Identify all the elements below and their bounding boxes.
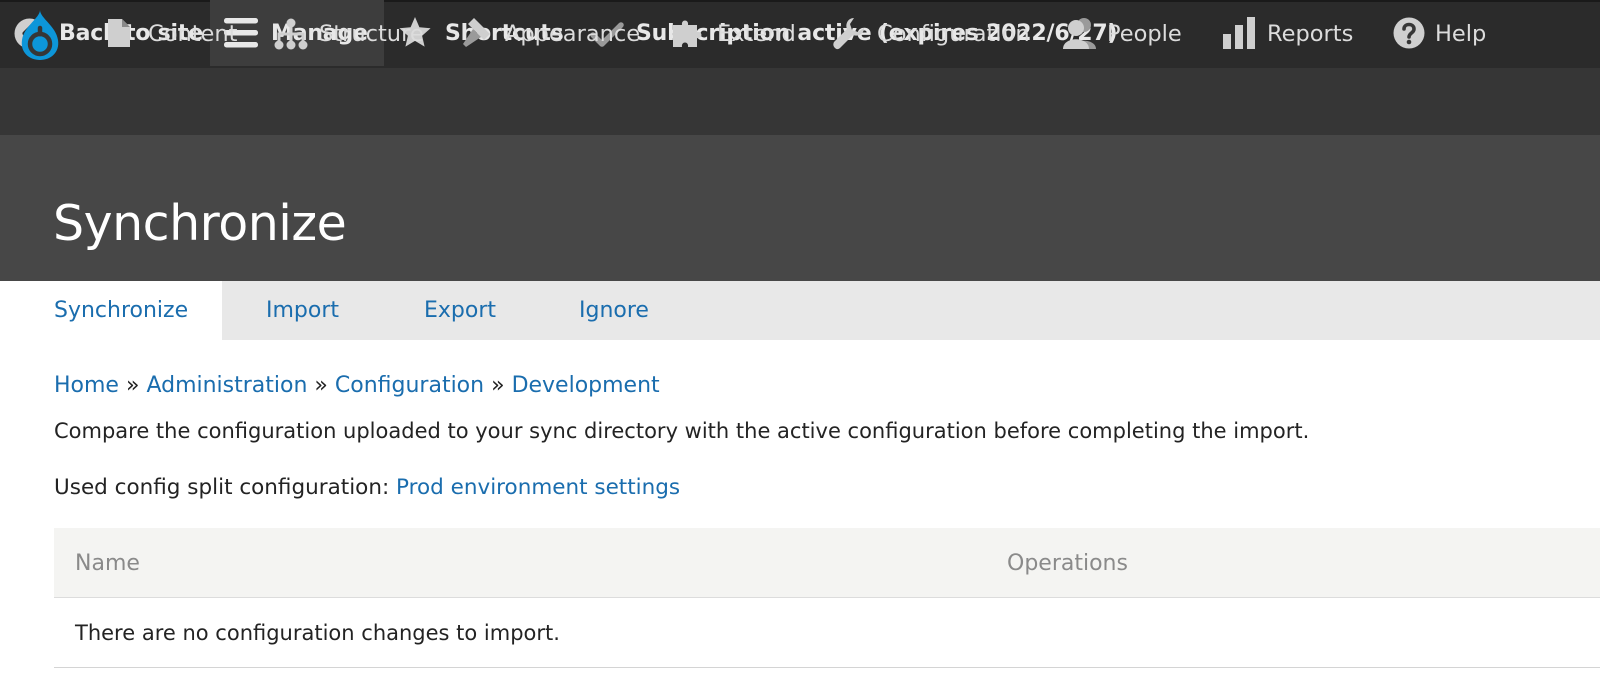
people-icon <box>1062 16 1098 50</box>
paint-brush-icon <box>460 16 494 50</box>
menu-item-people[interactable]: People <box>1060 0 1190 67</box>
page-title: Synchronize <box>53 195 347 252</box>
table-header-row <box>54 528 1600 598</box>
config-split-prefix: Used config split configuration: <box>54 475 397 500</box>
tab-synchronize[interactable]: Synchronize <box>0 281 222 340</box>
tab-export[interactable]: Export <box>424 281 496 340</box>
help-icon <box>1393 17 1425 49</box>
menu-item-content[interactable]: Content <box>105 0 239 67</box>
config-split-link[interactable]: Prod environment settings <box>396 475 680 500</box>
menu-item-reports[interactable]: Reports <box>1220 0 1360 67</box>
breadcrumb-separator: » <box>314 373 328 398</box>
menu-item-label: Help <box>1435 20 1487 47</box>
column-header-operations: Operations <box>1007 551 1128 576</box>
breadcrumb-separator: » <box>125 373 140 398</box>
sitemap-icon <box>274 18 308 50</box>
menu-item-label: Structure <box>319 20 424 47</box>
drupal-logo[interactable] <box>14 0 70 67</box>
menu-item-structure[interactable]: Structure <box>272 0 424 67</box>
menu-item-appearance[interactable]: Appearance <box>458 0 641 67</box>
menu-item-extend[interactable]: Extend <box>669 0 799 67</box>
breadcrumb-administration[interactable]: Administration <box>146 373 307 398</box>
menu-item-label: Configuration <box>877 20 1030 47</box>
menu-item-label: Extend <box>717 20 796 47</box>
menu-item-label: Appearance <box>505 20 641 47</box>
tab-ignore[interactable]: Ignore <box>579 281 649 340</box>
drupal-drop-icon <box>18 8 62 62</box>
breadcrumb-home[interactable]: Home <box>54 373 119 398</box>
document-icon <box>107 18 131 48</box>
empty-table-message: There are no configuration changes to im… <box>75 621 560 645</box>
menu-item-help[interactable]: Help <box>1391 0 1501 67</box>
puzzle-icon <box>671 17 707 49</box>
column-header-name: Name <box>75 551 140 576</box>
breadcrumb-configuration[interactable]: Configuration <box>335 373 484 398</box>
menu-item-label: People <box>1107 20 1182 47</box>
admin-menu-tray <box>0 68 1600 135</box>
breadcrumb-separator: » <box>491 373 505 398</box>
tab-import[interactable]: Import <box>266 281 339 340</box>
menu-item-label: Reports <box>1267 20 1354 47</box>
config-split-info: Used config split configuration: Prod en… <box>54 473 680 503</box>
menu-item-label: Content <box>148 20 238 47</box>
tabs-bar <box>0 281 1600 340</box>
bar-chart-icon <box>1222 16 1256 50</box>
breadcrumb-development[interactable]: Development <box>512 373 660 398</box>
menu-item-configuration[interactable]: Configuration <box>830 0 1030 67</box>
page-description: Compare the configuration uploaded to yo… <box>54 419 1310 443</box>
breadcrumb: Home » Administration » Configuration » … <box>54 370 660 402</box>
wrench-icon <box>832 16 866 50</box>
